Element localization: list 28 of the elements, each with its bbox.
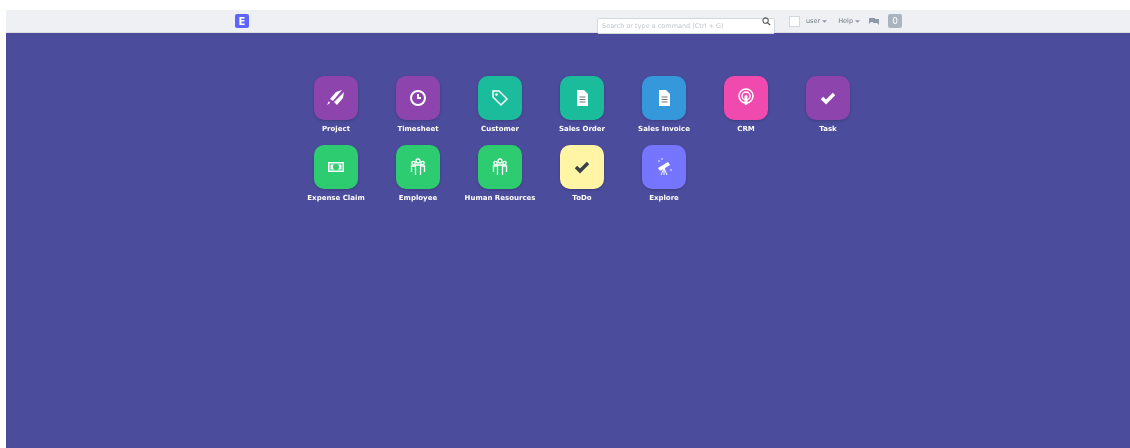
document-icon bbox=[577, 90, 588, 106]
check-icon bbox=[820, 92, 836, 105]
search-icon bbox=[762, 16, 771, 26]
app-logo[interactable]: E bbox=[235, 14, 249, 28]
module-tile[interactable] bbox=[806, 76, 850, 120]
tag-icon bbox=[492, 90, 509, 107]
caret-icon bbox=[822, 19, 828, 23]
module-tile[interactable] bbox=[724, 76, 768, 120]
module-tile[interactable] bbox=[642, 145, 686, 189]
people-icon bbox=[492, 158, 508, 176]
podcast-icon bbox=[738, 88, 754, 105]
module-tile[interactable] bbox=[314, 145, 358, 189]
module-tile[interactable] bbox=[560, 76, 604, 120]
people-icon bbox=[410, 158, 426, 176]
module-tile[interactable] bbox=[478, 76, 522, 120]
module-tile[interactable] bbox=[478, 145, 522, 189]
caret-icon bbox=[855, 19, 860, 23]
module-tile[interactable] bbox=[642, 76, 686, 120]
telescope-icon bbox=[658, 158, 672, 176]
clock-icon bbox=[410, 90, 426, 106]
module-tile[interactable] bbox=[396, 145, 440, 189]
check-icon bbox=[574, 161, 590, 174]
document-icon bbox=[659, 90, 670, 106]
module-tile[interactable] bbox=[396, 76, 440, 120]
module-tile[interactable] bbox=[560, 145, 604, 189]
chat-icon[interactable] bbox=[869, 17, 879, 25]
module-tile[interactable] bbox=[314, 76, 358, 120]
banknote-icon bbox=[328, 162, 344, 172]
